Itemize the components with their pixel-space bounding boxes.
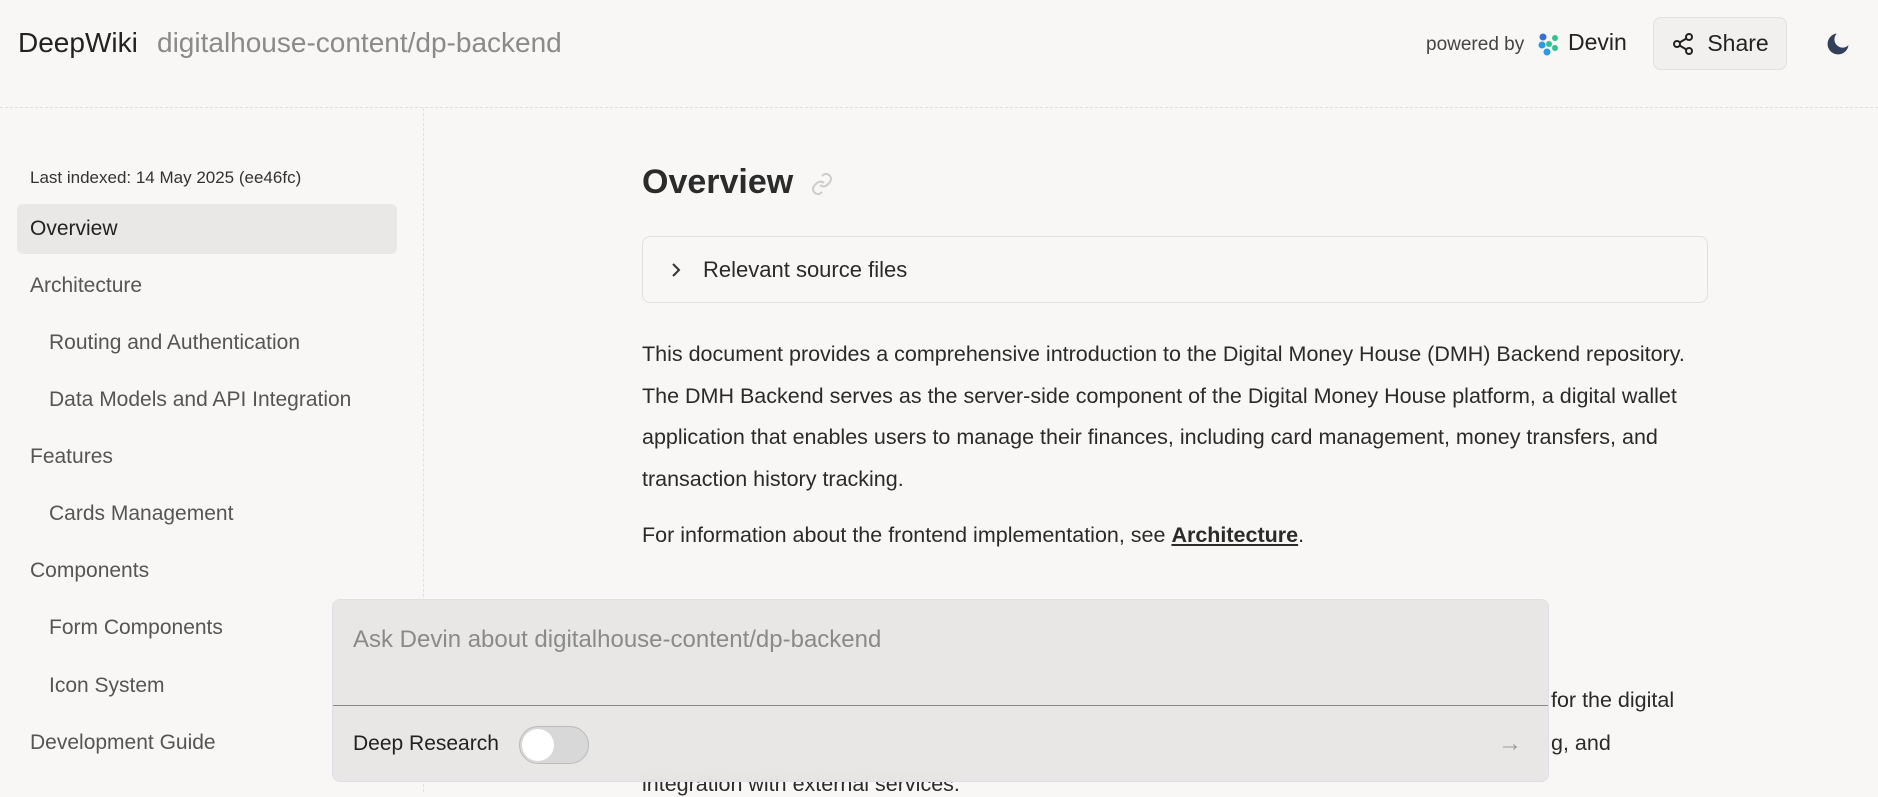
architecture-link[interactable]: Architecture	[1171, 523, 1298, 547]
header: DeepWiki digitalhouse-content/dp-backend…	[0, 0, 1878, 108]
arrow-right-icon: →	[1498, 730, 1522, 757]
sources-label: Relevant source files	[703, 256, 908, 282]
sidebar-item-icon-system[interactable]: Icon System	[49, 674, 165, 698]
paragraph-fragment: g, and	[1551, 731, 1611, 755]
last-indexed: Last indexed: 14 May 2025 (ee46fc)	[30, 168, 302, 187]
intro-paragraph: This document provides a comprehensive i…	[642, 342, 1685, 491]
share-button[interactable]: Share	[1653, 17, 1787, 70]
divider	[333, 705, 1548, 706]
sidebar-item-overview[interactable]: Overview	[17, 204, 397, 254]
page-title: Overview	[642, 163, 794, 201]
toggle-knob	[522, 729, 554, 761]
dark-mode-toggle-icon[interactable]	[1824, 30, 1852, 58]
share-label: Share	[1707, 30, 1769, 56]
brand-logo[interactable]: DeepWiki	[18, 27, 138, 59]
repo-name[interactable]: digitalhouse-content/dp-backend	[157, 27, 562, 59]
powered-by-label: powered by	[1426, 34, 1525, 55]
relevant-source-files-toggle[interactable]: Relevant source files	[642, 236, 1708, 303]
sidebar-item-features[interactable]: Features	[30, 445, 113, 469]
sidebar-item-cards-management[interactable]: Cards Management	[49, 502, 233, 526]
devin-logo-icon	[1538, 33, 1558, 56]
deep-research-toggle[interactable]	[519, 726, 589, 764]
devin-link[interactable]: Devin	[1568, 29, 1627, 56]
deep-research-label: Deep Research	[353, 732, 499, 755]
sidebar-item-routing-authentication[interactable]: Routing and Authentication	[49, 331, 300, 355]
sidebar-item-development-guide[interactable]: Development Guide	[30, 731, 216, 755]
sidebar-item-components[interactable]: Components	[30, 559, 149, 583]
ask-devin-input[interactable]: Ask Devin about digitalhouse-content/dp-…	[353, 626, 881, 654]
share-icon	[1673, 32, 1694, 55]
paragraph-text: .	[1298, 523, 1305, 547]
sidebar-item-data-models[interactable]: Data Models and API Integration	[49, 388, 351, 412]
sidebar-item-form-components[interactable]: Form Components	[49, 616, 223, 640]
chevron-right-icon	[672, 262, 681, 277]
paragraph-fragment: for the digital	[1551, 688, 1675, 712]
frontend-paragraph: For information about the frontend imple…	[642, 523, 1304, 548]
link-icon[interactable]	[810, 172, 834, 196]
send-button[interactable]: →	[1492, 727, 1528, 763]
ask-devin-panel: Ask Devin about digitalhouse-content/dp-…	[332, 599, 1549, 782]
sidebar-item-architecture[interactable]: Architecture	[30, 274, 142, 298]
paragraph-text: For information about the frontend imple…	[642, 523, 1172, 547]
